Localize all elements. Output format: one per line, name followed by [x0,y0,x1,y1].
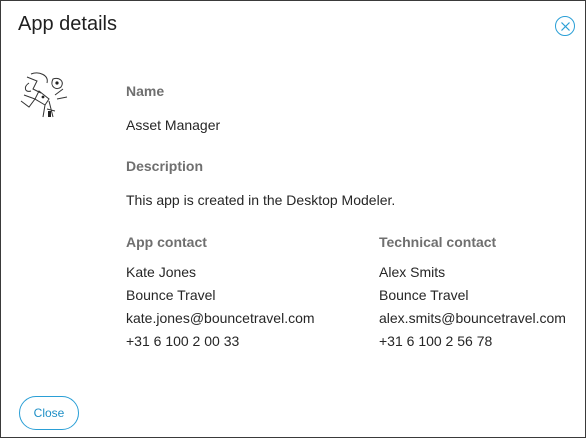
app-details-dialog: App details Name Asset Manager Descripti… [0,0,586,438]
app-name: Asset Manager [126,117,221,133]
close-button[interactable]: Close [19,396,79,430]
app-contact-company: Bounce Travel [126,287,216,303]
close-dialog-button[interactable] [555,16,575,36]
description-label: Description [126,158,204,174]
close-circle-icon [561,22,570,31]
technical-contact-name: Alex Smits [379,264,446,280]
app-contact-label: App contact [126,234,207,250]
app-sketch-icon [20,72,68,118]
app-description: This app is created in the Desktop Model… [126,192,396,208]
app-contact-email: kate.jones@bouncetravel.com [126,310,315,326]
technical-contact-details: Alex Smits Bounce Travel alex.smits@boun… [379,261,566,353]
technical-contact-label: Technical contact [379,234,497,250]
app-contact-details: Kate Jones Bounce Travel kate.jones@boun… [126,261,315,353]
name-label: Name [126,83,165,99]
dialog-title: App details [18,13,117,35]
app-contact-name: Kate Jones [126,264,197,280]
app-contact-phone: +31 6 100 2 00 33 [126,333,240,349]
technical-contact-phone: +31 6 100 2 56 78 [379,333,493,349]
technical-contact-email: alex.smits@bouncetravel.com [379,310,566,326]
technical-contact-company: Bounce Travel [379,287,469,303]
